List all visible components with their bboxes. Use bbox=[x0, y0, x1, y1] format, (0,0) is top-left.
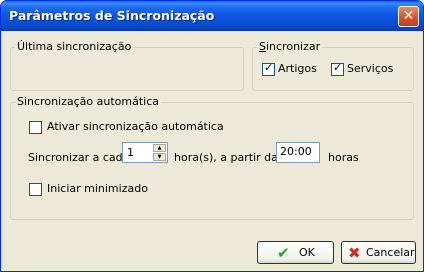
ok-button[interactable]: ✔ OK bbox=[257, 241, 334, 264]
artigos-label[interactable]: Artigos bbox=[278, 62, 317, 75]
enable-auto-sync-label[interactable]: Ativar sincronização automática bbox=[47, 120, 224, 133]
artigos-checkbox[interactable]: ✓ bbox=[262, 61, 275, 76]
interval-spinner[interactable]: 1 ▲ ▼ bbox=[122, 142, 168, 163]
sync-params-dialog: Parâmetros de Sincronização ✕ Última sin… bbox=[0, 0, 424, 272]
x-icon: ✖ bbox=[348, 244, 361, 262]
sync-legend-rest: incronizar bbox=[265, 40, 321, 53]
start-unit-label: horas bbox=[328, 151, 359, 164]
title-bar[interactable]: Parâmetros de Sincronização ✕ bbox=[1, 1, 423, 31]
enable-auto-sync-checkbox[interactable] bbox=[29, 121, 42, 134]
interval-label: Sincronizar a cada bbox=[28, 151, 130, 164]
servicos-label[interactable]: Serviços bbox=[347, 62, 393, 75]
last-sync-legend: Última sincronização bbox=[15, 40, 134, 53]
start-minimized-label[interactable]: Iniciar minimizado bbox=[47, 182, 148, 195]
dialog-body: Última sincronização Sincronizar ✓ Artig… bbox=[4, 31, 420, 268]
auto-sync-legend: Sincronização automática bbox=[15, 95, 161, 108]
check-mark-icon: ✓ bbox=[333, 61, 343, 74]
servicos-checkbox[interactable]: ✓ bbox=[331, 61, 344, 76]
spin-up-icon[interactable]: ▲ bbox=[153, 144, 166, 152]
cancel-label: Cancelar bbox=[366, 246, 415, 259]
start-minimized-checkbox[interactable] bbox=[29, 183, 42, 196]
interval-value: 1 bbox=[127, 146, 134, 159]
last-sync-group: Última sincronização bbox=[10, 40, 244, 91]
check-icon: ✔ bbox=[277, 244, 290, 262]
close-button[interactable]: ✕ bbox=[398, 6, 419, 27]
dialog-title: Parâmetros de Sincronização bbox=[9, 8, 215, 23]
start-time-field[interactable]: 20:00 bbox=[276, 142, 320, 163]
cancel-button[interactable]: ✖ Cancelar bbox=[341, 241, 416, 264]
sync-legend: Sincronizar bbox=[257, 40, 323, 53]
close-icon: ✕ bbox=[402, 8, 415, 24]
check-mark-icon: ✓ bbox=[264, 61, 274, 74]
interval-unit-label: hora(s), a partir das bbox=[174, 151, 284, 164]
spin-down-icon[interactable]: ▼ bbox=[153, 153, 166, 161]
ok-label: OK bbox=[299, 246, 315, 259]
